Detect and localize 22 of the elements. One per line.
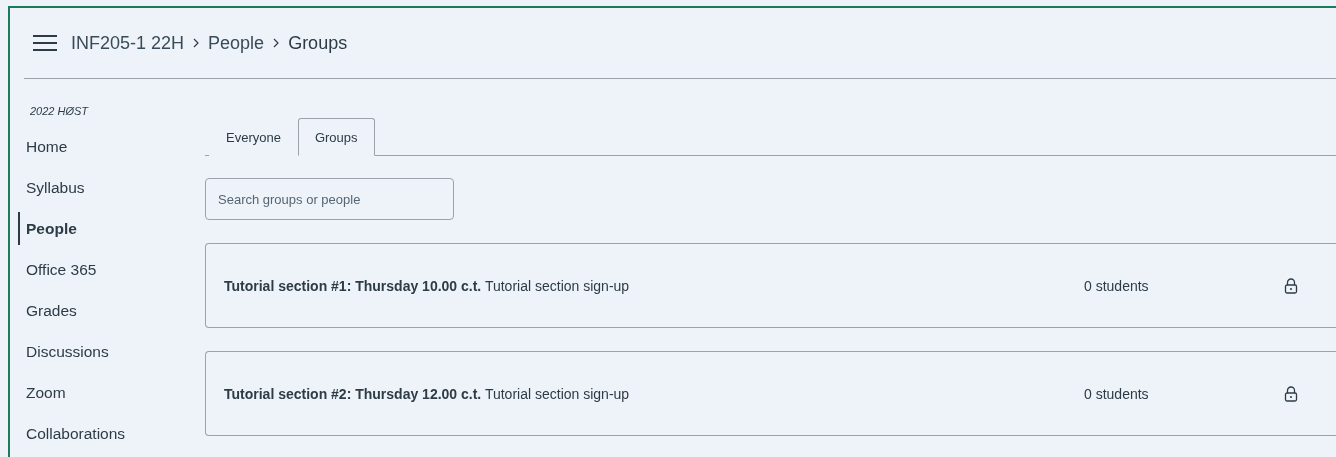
- sidebar-item[interactable]: Collaborations: [18, 413, 205, 454]
- term-label: 2022 HØST: [30, 105, 90, 117]
- sidebar-item[interactable]: Home: [18, 126, 205, 167]
- breadcrumb-link[interactable]: People: [208, 32, 265, 54]
- group-card[interactable]: Tutorial section #2: Thursday 12.00 c.t. Tutorial section sign-up 0 students: [205, 351, 1336, 436]
- menu-icon[interactable]: [33, 34, 57, 52]
- breadcrumb-link[interactable]: INF205-1 22H: [71, 32, 185, 54]
- breadcrumb-link[interactable]: Groups: [288, 32, 348, 54]
- chevron-icon: [192, 38, 201, 48]
- search-field[interactable]: Search groups or people: [205, 178, 454, 220]
- sidebar-item[interactable]: Grades: [18, 290, 205, 331]
- group-name: Tutorial section #1: Thursday 10.00 c.t. Tutorial section sign-up: [224, 277, 631, 294]
- group-card[interactable]: Tutorial section #1: Thursday 10.00 c.t. Tutorial section sign-up 0 students: [205, 243, 1336, 328]
- sidebar-item[interactable]: Discussions: [18, 331, 205, 372]
- tab[interactable]: Groups: [297, 118, 375, 156]
- student-count: 0 students: [1084, 385, 1150, 402]
- student-count: 0 students: [1084, 277, 1150, 294]
- sidebar-item[interactable]: Office 365: [18, 249, 205, 290]
- sidebar-item[interactable]: Syllabus: [18, 167, 205, 208]
- sidebar-item[interactable]: Zoom: [18, 372, 205, 413]
- group-name: Tutorial section #2: Thursday 12.00 c.t. Tutorial section sign-up: [224, 385, 631, 402]
- chevron-icon: [272, 38, 281, 48]
